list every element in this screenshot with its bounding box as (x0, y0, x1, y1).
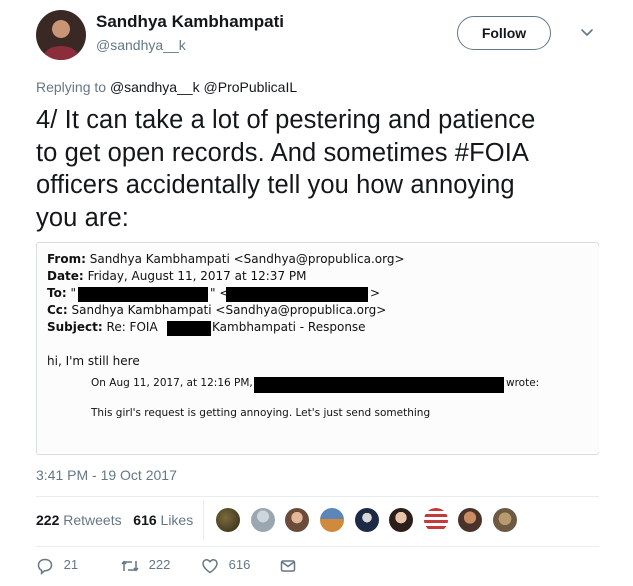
reply-mention-1[interactable]: @sandhya__k (110, 79, 200, 95)
redaction-bar (254, 377, 504, 393)
message-action[interactable] (279, 557, 297, 575)
redaction-bar (78, 287, 208, 302)
avatar[interactable] (319, 508, 344, 532)
avatar[interactable] (354, 508, 379, 532)
email-screenshot: From: Sandhya Kambhampati <Sandhya@propu… (38, 246, 599, 452)
avatar[interactable] (493, 508, 518, 532)
email-subject: Subject: Re: FOIA (47, 320, 158, 334)
tweet-timestamp[interactable]: 3:41 PM - 19 Oct 2017 (36, 467, 177, 483)
envelope-icon (280, 560, 296, 572)
avatar[interactable] (423, 508, 448, 532)
email-from: From: Sandhya Kambhampati <Sandhya@propu… (47, 252, 405, 266)
divider (36, 546, 599, 547)
email-quote-wrote: wrote: (506, 377, 540, 389)
user-handle[interactable]: @sandhya__k (96, 37, 186, 53)
avatar[interactable] (285, 508, 310, 532)
attached-image[interactable]: From: Sandhya Kambhampati <Sandhya@propu… (36, 242, 599, 455)
email-to: To: " (47, 286, 76, 300)
avatar[interactable] (216, 508, 240, 532)
reply-prefix: Replying to (36, 79, 107, 95)
follow-button[interactable]: Follow (457, 16, 551, 50)
email-quote-body: This girl's request is getting annoying.… (91, 407, 431, 419)
redaction-bar (167, 321, 211, 336)
email-quote-header: On Aug 11, 2017, at 12:16 PM, (91, 377, 253, 389)
redaction-bar (226, 287, 368, 302)
divider (36, 496, 599, 497)
reply-action[interactable]: 21 (36, 557, 78, 575)
retweet-action[interactable]: 222 (120, 557, 170, 575)
chevron-down-icon[interactable] (579, 24, 595, 40)
avatar[interactable] (458, 508, 483, 532)
heart-icon (202, 558, 218, 574)
reply-icon (37, 558, 53, 575)
email-subject-rest: Kambhampati - Response (212, 320, 366, 334)
avatar[interactable] (389, 508, 414, 532)
avatar[interactable] (36, 10, 86, 60)
engagement-stats: 222 Retweets 616 Likes (36, 512, 193, 528)
tweet-line: 4/ It can take a lot of pestering and pa… (36, 106, 536, 134)
retweets-stat[interactable]: 222 Retweets (36, 512, 122, 528)
email-to-end: > (370, 286, 381, 300)
tweet-line: to get open records. And sometimes #FOIA (36, 138, 529, 167)
reply-context: Replying to @sandhya__k @ProPublicaIL (36, 79, 297, 95)
retweet-icon (121, 560, 139, 572)
like-action[interactable]: 616 (201, 557, 250, 575)
tweet-line: officers accidentally tell you how annoy… (36, 171, 515, 199)
reply-count: 21 (63, 557, 79, 573)
liker-avatars (216, 508, 523, 532)
tweet-line: you are: (36, 203, 129, 232)
avatar[interactable] (250, 508, 275, 532)
likes-stat[interactable]: 616 Likes (133, 512, 193, 528)
divider (203, 500, 204, 540)
email-date: Date: Friday, August 11, 2017 at 12:37 P… (47, 269, 307, 283)
reply-mention-2[interactable]: @ProPublicaIL (204, 79, 298, 95)
email-cc: Cc: Sandhya Kambhampati <Sandhya@propubl… (47, 303, 387, 317)
like-count: 616 (228, 557, 251, 573)
tweet-text: 4/ It can take a lot of pestering and pa… (36, 104, 596, 234)
user-name[interactable]: Sandhya Kambhampati (96, 12, 284, 32)
email-body: hi, I'm still here (47, 354, 140, 368)
retweet-count: 222 (148, 557, 171, 573)
